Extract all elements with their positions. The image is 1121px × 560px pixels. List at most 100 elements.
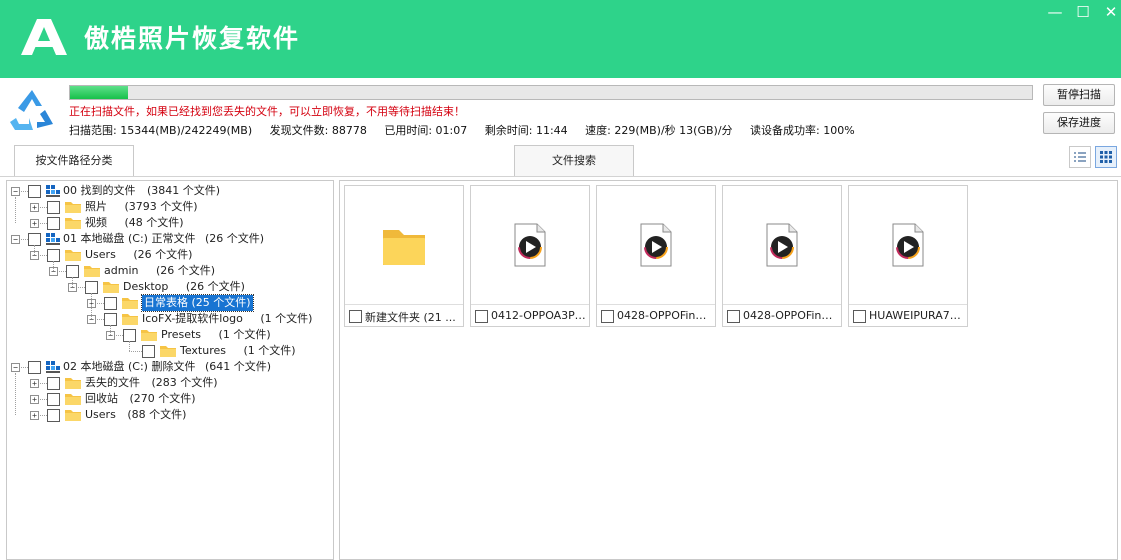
tree-node[interactable]: − IcoFX-提取软件logo (1 个文件): [7, 311, 327, 327]
tree-connector: [78, 287, 85, 288]
tree-node-label: Desktop (26 个文件): [123, 280, 245, 293]
tree-node-count: (26 个文件): [185, 280, 245, 293]
tree-node[interactable]: + Users (88 个文件): [7, 407, 327, 423]
tree-node[interactable]: + 回收站 (270 个文件): [7, 391, 327, 407]
tree-node-checkbox[interactable]: [104, 297, 117, 310]
tree-node[interactable]: + 丢失的文件 (283 个文件): [7, 375, 327, 391]
file-card[interactable]: 0412-OPPOA3Pro...: [470, 185, 590, 327]
tree-node[interactable]: − Users (26 个文件): [7, 247, 327, 263]
tree-node-count: (1 个文件): [218, 328, 271, 341]
folder-icon: [65, 410, 81, 421]
tree-connector: [72, 277, 73, 287]
tree-node-label: 01 本地磁盘 (C:) 正常文件 (26 个文件): [63, 232, 265, 245]
tree-node-count: (270 个文件): [129, 392, 196, 405]
folder-icon: [65, 202, 81, 213]
tree-node-label: Textures (1 个文件): [180, 344, 296, 357]
tree-connector: [129, 351, 142, 352]
tree-node[interactable]: − 00 找到的文件 (3841 个文件): [7, 183, 327, 199]
tab-by-path[interactable]: 按文件路径分类: [14, 145, 134, 176]
file-card-footer: 新建文件夹 (21 ...: [345, 304, 463, 326]
tree-connector: [21, 239, 28, 240]
tree-node-checkbox[interactable]: [47, 409, 60, 422]
video-icon: [766, 223, 798, 267]
tree-node-checkbox[interactable]: [28, 185, 41, 198]
file-checkbox[interactable]: [853, 310, 866, 323]
maximize-icon[interactable]: ☐: [1071, 2, 1095, 22]
video-icon: [514, 223, 546, 267]
tree-connector: [53, 261, 54, 271]
folder-icon: [84, 266, 100, 277]
collapse-icon[interactable]: −: [11, 235, 20, 244]
tree-node-checkbox[interactable]: [47, 377, 60, 390]
expand-icon[interactable]: +: [30, 379, 39, 388]
collapse-icon[interactable]: −: [11, 187, 20, 196]
file-card[interactable]: 0428-OPPOFindX...: [722, 185, 842, 327]
list-view-icon: [1074, 152, 1086, 162]
file-card-footer: HUAWEIPURA70P...: [849, 304, 967, 326]
folder-icon: [122, 298, 138, 309]
file-thumbnail[interactable]: [345, 186, 463, 304]
tree-connector: [40, 383, 47, 384]
tree-node[interactable]: − 02 本地磁盘 (C:) 删除文件 (641 个文件): [7, 359, 327, 375]
tree-node-checkbox[interactable]: [47, 201, 60, 214]
tree-node-count: (3793 个文件): [124, 200, 198, 213]
elapsed-time: 已用时间: 01:07: [384, 124, 468, 137]
tree-node-count: (1 个文件): [260, 312, 313, 325]
recycle-icon: [10, 90, 53, 130]
file-thumbnail[interactable]: [471, 186, 589, 304]
file-thumbnail[interactable]: [597, 186, 715, 304]
tree-node-label: admin (26 个文件): [104, 264, 216, 277]
file-checkbox[interactable]: [601, 310, 614, 323]
tree-node[interactable]: Textures (1 个文件): [7, 343, 327, 359]
expand-icon[interactable]: +: [30, 411, 39, 420]
expand-icon[interactable]: +: [30, 395, 39, 404]
expand-icon[interactable]: +: [30, 203, 39, 212]
tree-node-label: Users (88 个文件): [85, 408, 187, 421]
tree-node[interactable]: + 视频 (48 个文件): [7, 215, 327, 231]
file-card[interactable]: 新建文件夹 (21 ...: [344, 185, 464, 327]
file-checkbox[interactable]: [727, 310, 740, 323]
file-card[interactable]: 0428-OPPOFindX...: [596, 185, 716, 327]
close-icon[interactable]: ✕: [1099, 2, 1121, 22]
tab-file-search[interactable]: 文件搜索: [514, 145, 634, 176]
tree-node[interactable]: − admin (26 个文件): [7, 263, 327, 279]
pause-scan-button[interactable]: 暂停扫描: [1043, 84, 1115, 106]
scan-progress-fill: [70, 86, 128, 99]
tree-connector: [40, 415, 47, 416]
tree-connector: [15, 373, 16, 415]
folder-icon: [65, 250, 81, 261]
expand-icon[interactable]: +: [30, 219, 39, 228]
remaining-time: 剩余时间: 11:44: [484, 124, 568, 137]
list-view-button[interactable]: [1069, 146, 1091, 168]
file-checkbox[interactable]: [475, 310, 488, 323]
app-title: 傲梏照片恢复软件: [84, 24, 301, 53]
tree-node[interactable]: + 日常表格 (25 个文件): [7, 294, 327, 312]
tree-node[interactable]: − Desktop (26 个文件): [7, 279, 327, 295]
tree-node-checkbox[interactable]: [142, 345, 155, 358]
video-icon: [892, 223, 924, 267]
grid-view-icon: [1100, 151, 1112, 163]
file-card[interactable]: HUAWEIPURA70P...: [848, 185, 968, 327]
collapse-icon[interactable]: −: [11, 363, 20, 372]
tree-node-label: Users (26 个文件): [85, 248, 193, 261]
tree-node-label: 00 找到的文件 (3841 个文件): [63, 184, 221, 197]
tree-node[interactable]: − 01 本地磁盘 (C:) 正常文件 (26 个文件): [7, 231, 327, 247]
folder-tree-panel: − 00 找到的文件 (3841 个文件) + 照片 (3793 个文件) + 视频…: [6, 180, 334, 560]
tree-connector: [40, 223, 47, 224]
minimize-icon[interactable]: —: [1043, 2, 1067, 22]
read-success-rate: 读设备成功率: 100%: [750, 124, 855, 137]
save-progress-button[interactable]: 保存进度: [1043, 112, 1115, 134]
tree-node-checkbox[interactable]: [47, 217, 60, 230]
file-thumbnail[interactable]: [849, 186, 967, 304]
tree-node-checkbox[interactable]: [28, 361, 41, 374]
grid-view-button[interactable]: [1095, 146, 1117, 168]
tree-node[interactable]: − Presets (1 个文件): [7, 327, 327, 343]
tree-connector: [97, 303, 104, 304]
tree-node-checkbox[interactable]: [47, 393, 60, 406]
tree-node[interactable]: + 照片 (3793 个文件): [7, 199, 327, 215]
tree-connector: [21, 191, 28, 192]
tree-connector: [97, 319, 104, 320]
file-thumbnail[interactable]: [723, 186, 841, 304]
file-checkbox[interactable]: [349, 310, 362, 323]
drive-icon: [46, 361, 60, 373]
